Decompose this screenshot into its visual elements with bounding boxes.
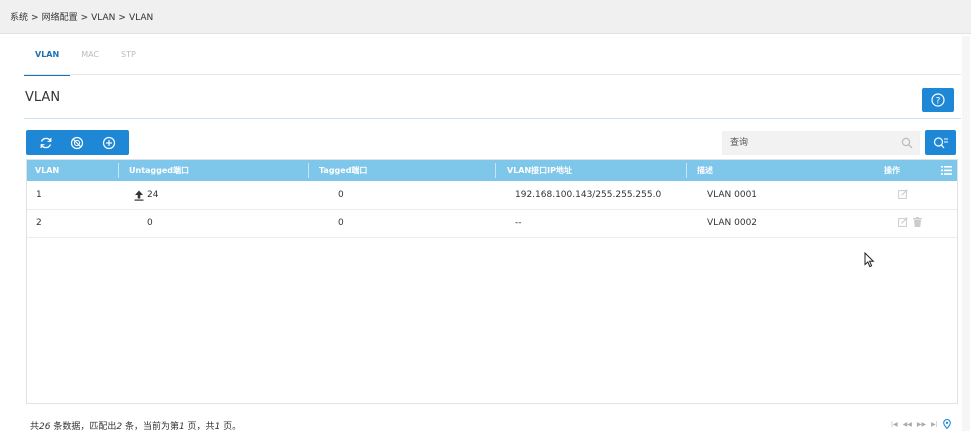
toolbar [26, 130, 129, 155]
breadcrumb: 系统 > 网络配置 > VLAN > VLAN [0, 0, 971, 34]
add-button[interactable] [98, 133, 120, 153]
column-header-tagged[interactable]: Tagged端口 [319, 160, 367, 181]
advanced-search-button[interactable] [925, 130, 956, 155]
tab-divider [24, 74, 961, 75]
prev-page-icon[interactable]: ◀◀ [903, 421, 912, 428]
page-scrollbar[interactable] [962, 36, 970, 431]
cell-untagged: 0 [147, 218, 153, 228]
table-row[interactable]: 2 0 0 -- VLAN 0002 [27, 210, 957, 238]
column-resizer[interactable] [686, 163, 687, 178]
tab-mac[interactable]: MAC [70, 50, 110, 74]
cell-tagged: 0 [338, 218, 344, 228]
breadcrumb-item[interactable]: VLAN [91, 13, 115, 23]
table-row[interactable]: 1 24 0 192.168.100.143/255.255.255.0 VLA… [27, 182, 957, 210]
cell-description: VLAN 0002 [707, 218, 758, 228]
cell-vlan: 1 [36, 190, 42, 200]
cell-untagged: 24 [147, 190, 159, 200]
help-button[interactable]: ? [922, 88, 954, 112]
cell-ip: -- [515, 218, 522, 228]
cell-tagged: 0 [338, 190, 344, 200]
edit-icon[interactable] [898, 217, 908, 227]
next-page-icon[interactable]: ▶▶ [917, 421, 926, 428]
tab-bar: VLAN MAC STP [24, 50, 147, 76]
column-header-untagged[interactable]: Untagged端口 [129, 160, 189, 181]
pagination-summary: 共26 条数据，匹配出2 条，当前为第1 页，共1 页。 [30, 422, 242, 432]
cell-description: VLAN 0001 [707, 190, 758, 200]
edit-icon[interactable] [898, 189, 908, 199]
upload-icon [134, 190, 144, 201]
total-count: 26 [39, 422, 51, 432]
breadcrumb-separator-icon: > [80, 13, 89, 23]
column-header-actions: 操作 [884, 166, 900, 175]
column-header-ip[interactable]: VLAN接口IP地址 [507, 160, 572, 181]
page-title: VLAN [25, 90, 61, 105]
table-header: VLAN Untagged端口 Tagged端口 VLAN接口IP地址 描述 操… [27, 160, 957, 181]
search-icon[interactable] [901, 137, 913, 149]
breadcrumb-separator-icon: > [31, 13, 39, 23]
cell-ip: 192.168.100.143/255.255.255.0 [515, 190, 662, 200]
title-divider [24, 118, 961, 119]
breadcrumb-item[interactable]: 网络配置 [42, 13, 78, 23]
locate-icon[interactable] [942, 419, 951, 429]
vlan-table: VLAN Untagged端口 Tagged端口 VLAN接口IP地址 描述 操… [26, 159, 958, 404]
column-header-description[interactable]: 描述 [697, 160, 713, 181]
last-page-icon[interactable]: ▶| [931, 421, 938, 428]
tab-vlan[interactable]: VLAN [24, 50, 71, 76]
breadcrumb-item[interactable]: 系统 [10, 13, 28, 23]
help-icon: ? [931, 93, 945, 107]
disable-button[interactable] [66, 133, 88, 153]
breadcrumb-item-current: VLAN [128, 13, 154, 23]
column-header-vlan[interactable]: VLAN [35, 160, 59, 181]
breadcrumb-separator-icon: > [118, 13, 126, 23]
add-icon [103, 136, 116, 149]
column-list-icon[interactable] [941, 166, 952, 175]
tab-stp[interactable]: STP [110, 50, 147, 74]
column-resizer[interactable] [308, 163, 309, 178]
delete-icon[interactable] [913, 217, 922, 227]
svg-text:?: ? [936, 97, 941, 107]
column-resizer[interactable] [495, 163, 496, 178]
first-page-icon[interactable]: |◀ [891, 421, 898, 428]
advanced-search-icon [933, 136, 948, 148]
search-box [722, 131, 920, 155]
column-resizer[interactable] [118, 163, 119, 178]
mouse-cursor-icon [864, 252, 875, 268]
refresh-button[interactable] [35, 133, 57, 153]
disable-icon [71, 136, 84, 149]
refresh-icon [40, 137, 52, 148]
search-input[interactable] [728, 137, 902, 149]
cell-vlan: 2 [36, 218, 42, 228]
pagination: |◀ ◀◀ ▶▶ ▶| [891, 419, 951, 429]
